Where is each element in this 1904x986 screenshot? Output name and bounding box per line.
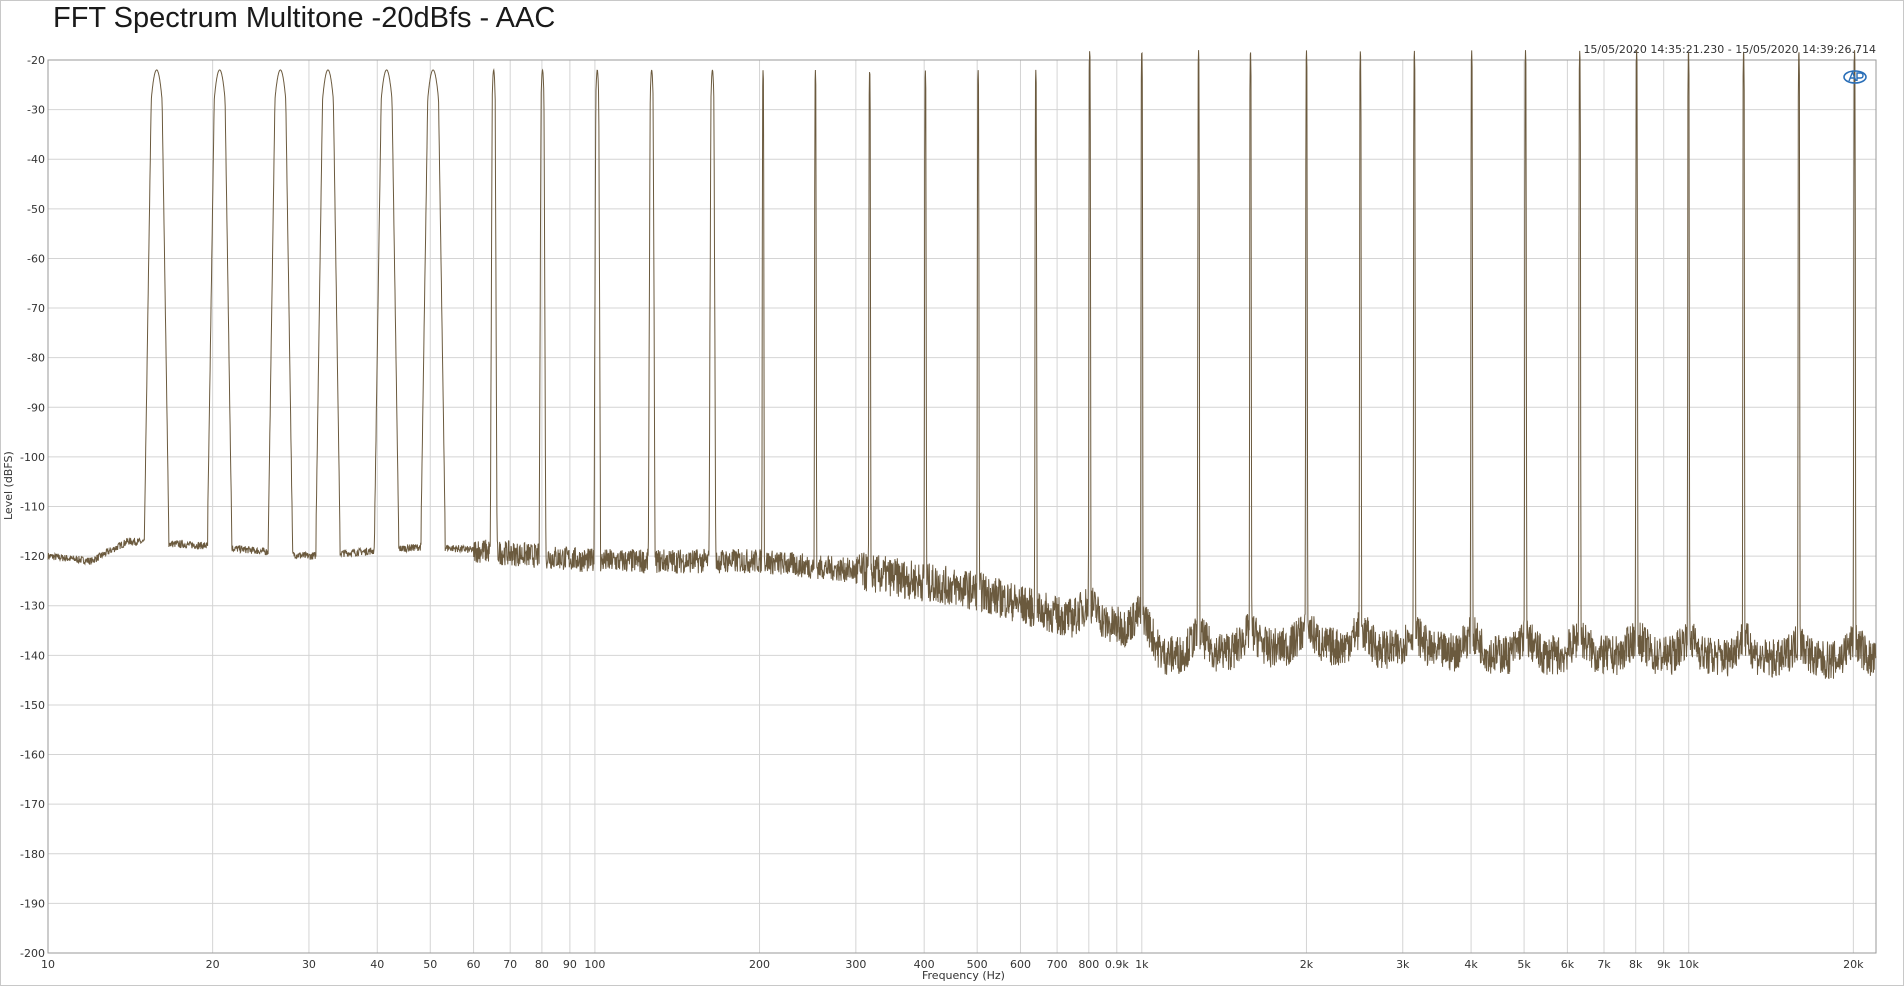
x-tick-label: 300 bbox=[845, 958, 866, 971]
x-tick-label: 10 bbox=[41, 958, 55, 971]
x-tick-label: 700 bbox=[1047, 958, 1068, 971]
x-tick-label: 0.9k bbox=[1105, 958, 1129, 971]
x-tick-label: 30 bbox=[302, 958, 316, 971]
x-tick-label: 20k bbox=[1843, 958, 1864, 971]
x-tick-label: 500 bbox=[967, 958, 988, 971]
y-tick-label: -180 bbox=[20, 848, 45, 861]
x-tick-label: 3k bbox=[1396, 958, 1410, 971]
y-tick-label: -90 bbox=[27, 401, 45, 414]
x-tick-label: 90 bbox=[563, 958, 577, 971]
x-tick-label: 40 bbox=[370, 958, 384, 971]
y-tick-label: -100 bbox=[20, 451, 45, 464]
y-tick-label: -20 bbox=[27, 54, 45, 67]
x-tick-label: 7k bbox=[1597, 958, 1611, 971]
y-tick-label: -60 bbox=[27, 252, 45, 265]
y-tick-label: -30 bbox=[27, 104, 45, 117]
spectrum-trace bbox=[47, 50, 1877, 680]
x-tick-label: 2k bbox=[1300, 958, 1314, 971]
y-tick-label: -150 bbox=[20, 699, 45, 712]
x-tick-label: 8k bbox=[1629, 958, 1643, 971]
x-tick-label: 4k bbox=[1464, 958, 1478, 971]
x-tick-label: 9k bbox=[1657, 958, 1671, 971]
x-tick-label: 5k bbox=[1517, 958, 1531, 971]
y-tick-label: -40 bbox=[27, 153, 45, 166]
y-tick-label: -190 bbox=[20, 897, 45, 910]
x-tick-label: 70 bbox=[503, 958, 517, 971]
fft-spectrum-chart: -20 -30 -40 -50 -60 -70 -80 -90 -100 -110 -120 -130… bbox=[20, 50, 1877, 971]
y-tick-label: -160 bbox=[20, 749, 45, 762]
x-tick-label: 20 bbox=[206, 958, 220, 971]
y-tick-label: -130 bbox=[20, 600, 45, 613]
y-tick-label: -80 bbox=[27, 352, 45, 365]
x-tick-label: 80 bbox=[535, 958, 549, 971]
x-tick-label: 100 bbox=[584, 958, 605, 971]
y-tick-label: -70 bbox=[27, 302, 45, 315]
y-tick-label: -120 bbox=[20, 550, 45, 563]
x-tick-label: 6k bbox=[1561, 958, 1575, 971]
x-tick-label: 50 bbox=[423, 958, 437, 971]
x-tick-label: 60 bbox=[467, 958, 481, 971]
y-tick-label: -140 bbox=[20, 649, 45, 662]
y-tick-label: -170 bbox=[20, 798, 45, 811]
x-tick-label: 200 bbox=[749, 958, 770, 971]
x-tick-label: 400 bbox=[914, 958, 935, 971]
x-tick-label: 10k bbox=[1679, 958, 1700, 971]
ap-logo-icon bbox=[1843, 70, 1867, 84]
x-tick-label: 1k bbox=[1135, 958, 1149, 971]
y-tick-label: -110 bbox=[20, 501, 45, 514]
x-tick-label: 800 bbox=[1078, 958, 1099, 971]
y-tick-label: -50 bbox=[27, 203, 45, 216]
x-tick-label: 600 bbox=[1010, 958, 1031, 971]
